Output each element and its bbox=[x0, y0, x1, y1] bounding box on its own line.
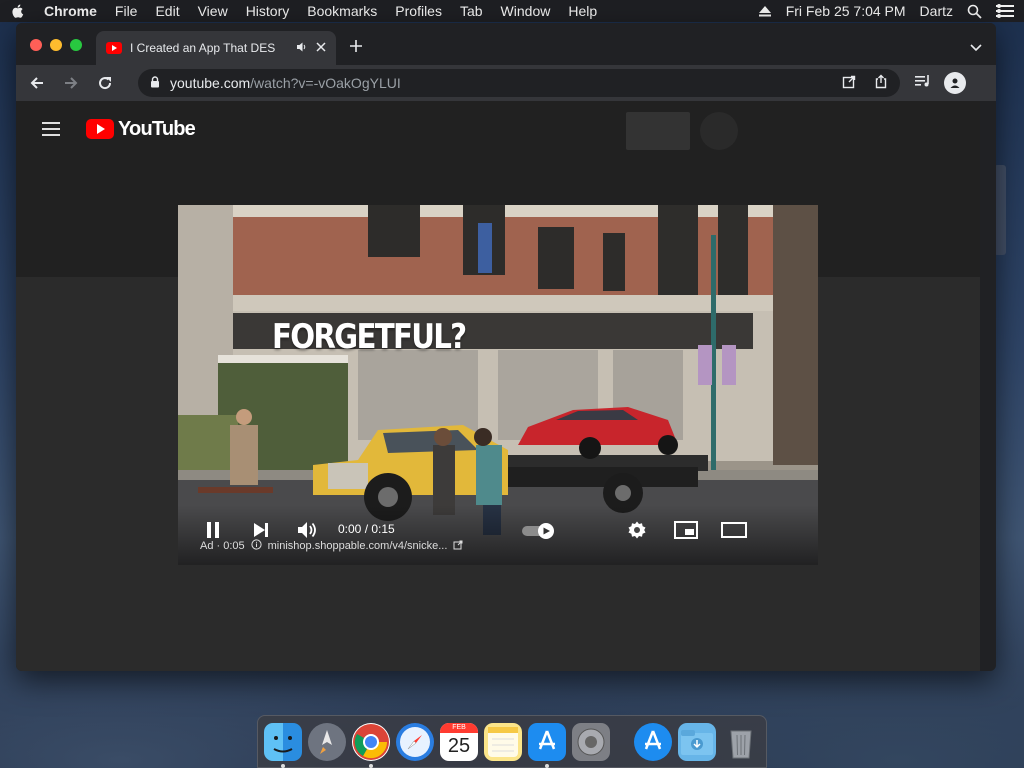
tab-strip: I Created an App That DES bbox=[16, 23, 996, 65]
time-display: 0:00 / 0:15 bbox=[338, 522, 395, 536]
back-button[interactable] bbox=[24, 70, 50, 96]
menu-bookmarks[interactable]: Bookmarks bbox=[307, 3, 377, 19]
youtube-header: YouTube bbox=[16, 101, 980, 157]
loading-placeholder-button bbox=[626, 112, 690, 150]
ad-info-icon[interactable] bbox=[251, 539, 262, 553]
menubar-clock[interactable]: Fri Feb 25 7:04 PM bbox=[786, 3, 906, 19]
menu-file[interactable]: File bbox=[115, 3, 138, 19]
safari-icon[interactable] bbox=[396, 722, 434, 761]
calendar-month: FEB bbox=[440, 722, 478, 733]
menu-history[interactable]: History bbox=[246, 3, 290, 19]
chrome-icon[interactable] bbox=[352, 722, 390, 768]
autoplay-toggle[interactable] bbox=[522, 523, 556, 539]
tab-search-chevron-icon[interactable] bbox=[970, 39, 982, 57]
notes-icon[interactable] bbox=[484, 722, 522, 761]
app-store-downloads-icon[interactable] bbox=[634, 722, 672, 761]
menubar-status-area: Fri Feb 25 7:04 PM Dartz bbox=[758, 3, 1014, 19]
close-tab-icon[interactable] bbox=[316, 41, 326, 55]
new-tab-button[interactable] bbox=[346, 37, 366, 57]
external-link-icon[interactable] bbox=[453, 540, 463, 553]
media-controls-icon[interactable] bbox=[914, 74, 932, 93]
open-in-new-window-icon[interactable] bbox=[842, 75, 856, 92]
apple-menu-icon[interactable] bbox=[10, 3, 26, 19]
ad-link[interactable]: minishop.shoppable.com/v4/snicke... bbox=[268, 540, 448, 552]
app-store-icon[interactable] bbox=[528, 722, 566, 768]
downloads-folder-icon[interactable] bbox=[678, 722, 716, 761]
minimize-window-button[interactable] bbox=[50, 39, 62, 51]
menubar-user[interactable]: Dartz bbox=[920, 3, 953, 19]
volume-button[interactable] bbox=[296, 519, 320, 541]
youtube-favicon-icon bbox=[106, 42, 122, 54]
lock-icon[interactable] bbox=[150, 75, 160, 91]
trash-icon[interactable] bbox=[722, 723, 760, 761]
menu-app-name[interactable]: Chrome bbox=[44, 3, 97, 19]
player-controls: 0:00 / 0:15 Ad · 0:05 minishop.shoppable… bbox=[178, 505, 818, 565]
system-preferences-icon[interactable] bbox=[572, 722, 610, 761]
video-player[interactable]: FORGETFUL? 0:00 / 0:15 Ad · 0:05 minisho… bbox=[178, 205, 818, 565]
forward-button[interactable] bbox=[58, 70, 84, 96]
finder-icon[interactable] bbox=[264, 722, 302, 768]
close-window-button[interactable] bbox=[30, 39, 42, 51]
menu-bar: Chrome File Edit View History Bookmarks … bbox=[0, 0, 1024, 22]
ad-info: Ad · 0:05 minishop.shoppable.com/v4/snic… bbox=[200, 539, 463, 553]
share-icon[interactable] bbox=[874, 74, 888, 92]
loading-placeholder-avatar bbox=[700, 112, 738, 150]
speaker-icon[interactable] bbox=[296, 41, 308, 56]
menu-tab[interactable]: Tab bbox=[460, 3, 483, 19]
menu-window[interactable]: Window bbox=[501, 3, 551, 19]
url-path: /watch?v=-vOakOgYLUI bbox=[250, 75, 401, 91]
menu-help[interactable]: Help bbox=[568, 3, 597, 19]
theater-mode-button[interactable] bbox=[720, 519, 748, 541]
eject-icon[interactable] bbox=[758, 5, 772, 17]
youtube-page: YouTube FORGETFUL? 0:00 / 0:15 Ad · 0:05… bbox=[16, 101, 980, 671]
url-host: youtube.com bbox=[170, 75, 251, 91]
launchpad-icon[interactable] bbox=[308, 722, 346, 761]
hamburger-menu-icon[interactable] bbox=[42, 122, 60, 136]
dock: FEB 25 bbox=[257, 715, 767, 768]
calendar-icon[interactable]: FEB 25 bbox=[440, 722, 478, 761]
miniplayer-button[interactable] bbox=[674, 519, 698, 541]
reload-button[interactable] bbox=[92, 70, 118, 96]
browser-toolbar: youtube.com/watch?v=-vOakOgYLUI bbox=[16, 65, 996, 101]
chrome-window: I Created an App That DES youtube.com/wa… bbox=[16, 23, 996, 671]
menu-edit[interactable]: Edit bbox=[155, 3, 179, 19]
youtube-logo-text: YouTube bbox=[118, 117, 196, 140]
profile-avatar-icon[interactable] bbox=[944, 72, 966, 94]
youtube-logo[interactable]: YouTube bbox=[86, 117, 196, 141]
pause-button[interactable] bbox=[202, 519, 224, 541]
menu-profiles[interactable]: Profiles bbox=[395, 3, 442, 19]
window-controls bbox=[30, 39, 82, 51]
menu-view[interactable]: View bbox=[198, 3, 228, 19]
tab-youtube[interactable]: I Created an App That DES bbox=[96, 31, 336, 65]
calendar-day: 25 bbox=[447, 734, 471, 757]
tab-title: I Created an App That DES bbox=[130, 41, 276, 55]
control-center-icon[interactable] bbox=[996, 4, 1014, 18]
youtube-play-logo-icon bbox=[86, 119, 114, 139]
address-bar[interactable]: youtube.com/watch?v=-vOakOgYLUI bbox=[138, 69, 900, 97]
fullscreen-window-button[interactable] bbox=[70, 39, 82, 51]
ad-overlay-text: FORGETFUL? bbox=[272, 317, 467, 357]
ad-badge: Ad · 0:05 bbox=[200, 540, 245, 552]
skip-next-button[interactable] bbox=[250, 519, 272, 541]
settings-gear-icon[interactable] bbox=[626, 519, 648, 541]
spotlight-search-icon[interactable] bbox=[967, 4, 982, 19]
